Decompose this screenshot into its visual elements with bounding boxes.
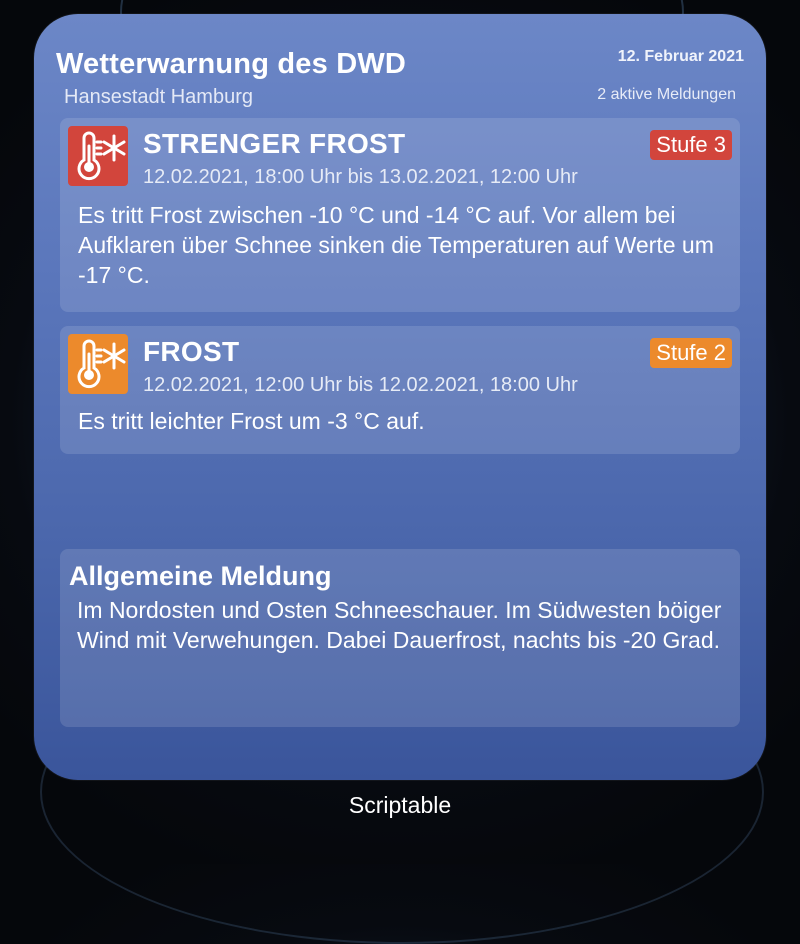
warning-title: STRENGER FROST bbox=[143, 128, 406, 159]
general-message-card: Allgemeine Meldung Im Nordosten und Oste… bbox=[60, 549, 740, 727]
widget-location: Hansestadt Hamburg bbox=[64, 86, 253, 108]
thermometer-frost-icon bbox=[68, 126, 128, 186]
widget-title: Wetterwarnung des DWD bbox=[56, 48, 407, 80]
warning-time-range: 12.02.2021, 18:00 Uhr bis 13.02.2021, 12… bbox=[143, 166, 578, 188]
active-warnings-count: 2 aktive Meldungen bbox=[597, 86, 736, 103]
general-message-title: Allgemeine Meldung bbox=[69, 561, 332, 591]
warning-level-badge: Stufe 2 bbox=[650, 338, 732, 368]
warning-description: Es tritt Frost zwischen -10 °C und -14 °… bbox=[78, 202, 714, 288]
warning-card: FROST 12.02.2021, 12:00 Uhr bis 12.02.20… bbox=[60, 326, 740, 454]
warning-title: FROST bbox=[143, 336, 240, 367]
widget-date: 12. Februar 2021 bbox=[617, 48, 744, 65]
warning-level-badge: Stufe 3 bbox=[650, 130, 732, 160]
general-message-text: Im Nordosten und Osten Schneeschauer. Im… bbox=[77, 597, 722, 653]
warning-time-range: 12.02.2021, 12:00 Uhr bis 12.02.2021, 18… bbox=[143, 374, 578, 396]
widget-app-label: Scriptable bbox=[348, 792, 452, 818]
warning-card: STRENGER FROST 12.02.2021, 18:00 Uhr bis… bbox=[60, 118, 740, 312]
dwd-warning-widget[interactable]: Wetterwarnung des DWD 12. Februar 2021 H… bbox=[34, 14, 766, 780]
thermometer-frost-icon bbox=[68, 334, 128, 394]
warning-description: Es tritt leichter Frost um -3 °C auf. bbox=[78, 408, 425, 434]
